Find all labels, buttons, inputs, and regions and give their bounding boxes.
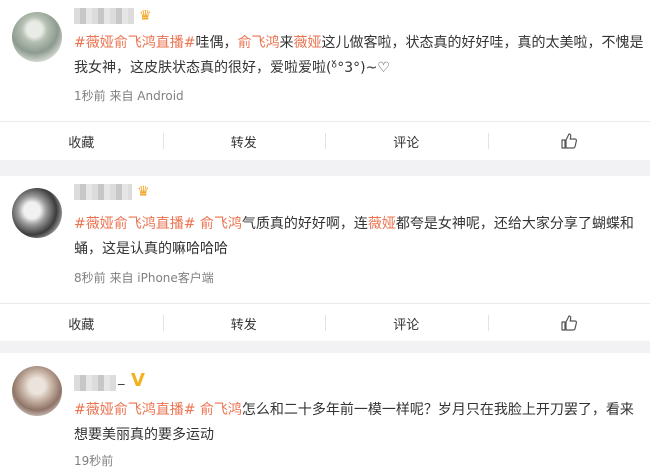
post-meta: 8秒前 来自 iPhone客户端 xyxy=(74,271,214,285)
comment-button[interactable]: 评论 xyxy=(325,122,488,160)
username-suffix: _ xyxy=(118,371,125,386)
crown-icon: ♛ xyxy=(139,8,152,24)
mention-link[interactable]: 薇娅 xyxy=(293,35,321,51)
like-button[interactable] xyxy=(487,304,650,342)
repost-button[interactable]: 转发 xyxy=(162,122,326,160)
thumbs-up-icon xyxy=(561,315,577,331)
thumbs-up-icon xyxy=(561,133,577,149)
hashtag-link[interactable]: #薇娅俞飞鸿直播# xyxy=(74,402,195,418)
post-text-segment: 气质真的好好啊，连 xyxy=(241,216,368,232)
post-text: #薇娅俞飞鸿直播#哇偶，俞飞鸿来薇娅这儿做客啦，状态真的好好哇，真的太美啦，不愧… xyxy=(74,31,646,81)
avatar[interactable] xyxy=(12,188,62,238)
like-button[interactable] xyxy=(487,122,650,160)
action-bar: 收藏 转发 评论 xyxy=(0,304,650,342)
mention-link[interactable]: 薇娅 xyxy=(368,216,396,232)
favorite-button[interactable]: 收藏 xyxy=(0,304,163,342)
username-blurred[interactable] xyxy=(74,375,116,391)
repost-button[interactable]: 转发 xyxy=(162,304,326,342)
post-text-segment: 哇偶， xyxy=(195,35,238,51)
hashtag-link[interactable]: #薇娅俞飞鸿直播# xyxy=(74,35,195,51)
post-text: #薇娅俞飞鸿直播# 俞飞鸿怎么和二十多年前一模一样呢？岁月只在我脸上开刀罢了，看… xyxy=(74,398,646,448)
mention-link[interactable]: 俞飞鸿 xyxy=(200,402,242,418)
avatar[interactable] xyxy=(12,366,62,416)
action-bar: 收藏 转发 评论 xyxy=(0,122,650,160)
v-badge-icon: V xyxy=(131,370,145,391)
post-text: #薇娅俞飞鸿直播# 俞飞鸿气质真的好好啊，连薇娅都夸是女神呢，还给大家分享了蝴蝶… xyxy=(74,212,646,262)
mention-link[interactable]: 俞飞鸿 xyxy=(200,216,242,232)
username-blurred[interactable] xyxy=(74,8,134,24)
username-blurred[interactable] xyxy=(74,184,132,200)
post-text-segment: 来 xyxy=(279,35,294,51)
hashtag-link[interactable]: #薇娅俞飞鸿直播# xyxy=(74,216,195,232)
post-meta: 1秒前 来自 Android xyxy=(74,89,184,103)
favorite-button[interactable]: 收藏 xyxy=(0,122,163,160)
post-meta: 19秒前 xyxy=(74,454,114,468)
comment-button[interactable]: 评论 xyxy=(325,304,488,342)
avatar[interactable] xyxy=(12,12,62,62)
mention-link[interactable]: 俞飞鸿 xyxy=(237,35,279,51)
crown-icon: ♛ xyxy=(137,184,150,200)
